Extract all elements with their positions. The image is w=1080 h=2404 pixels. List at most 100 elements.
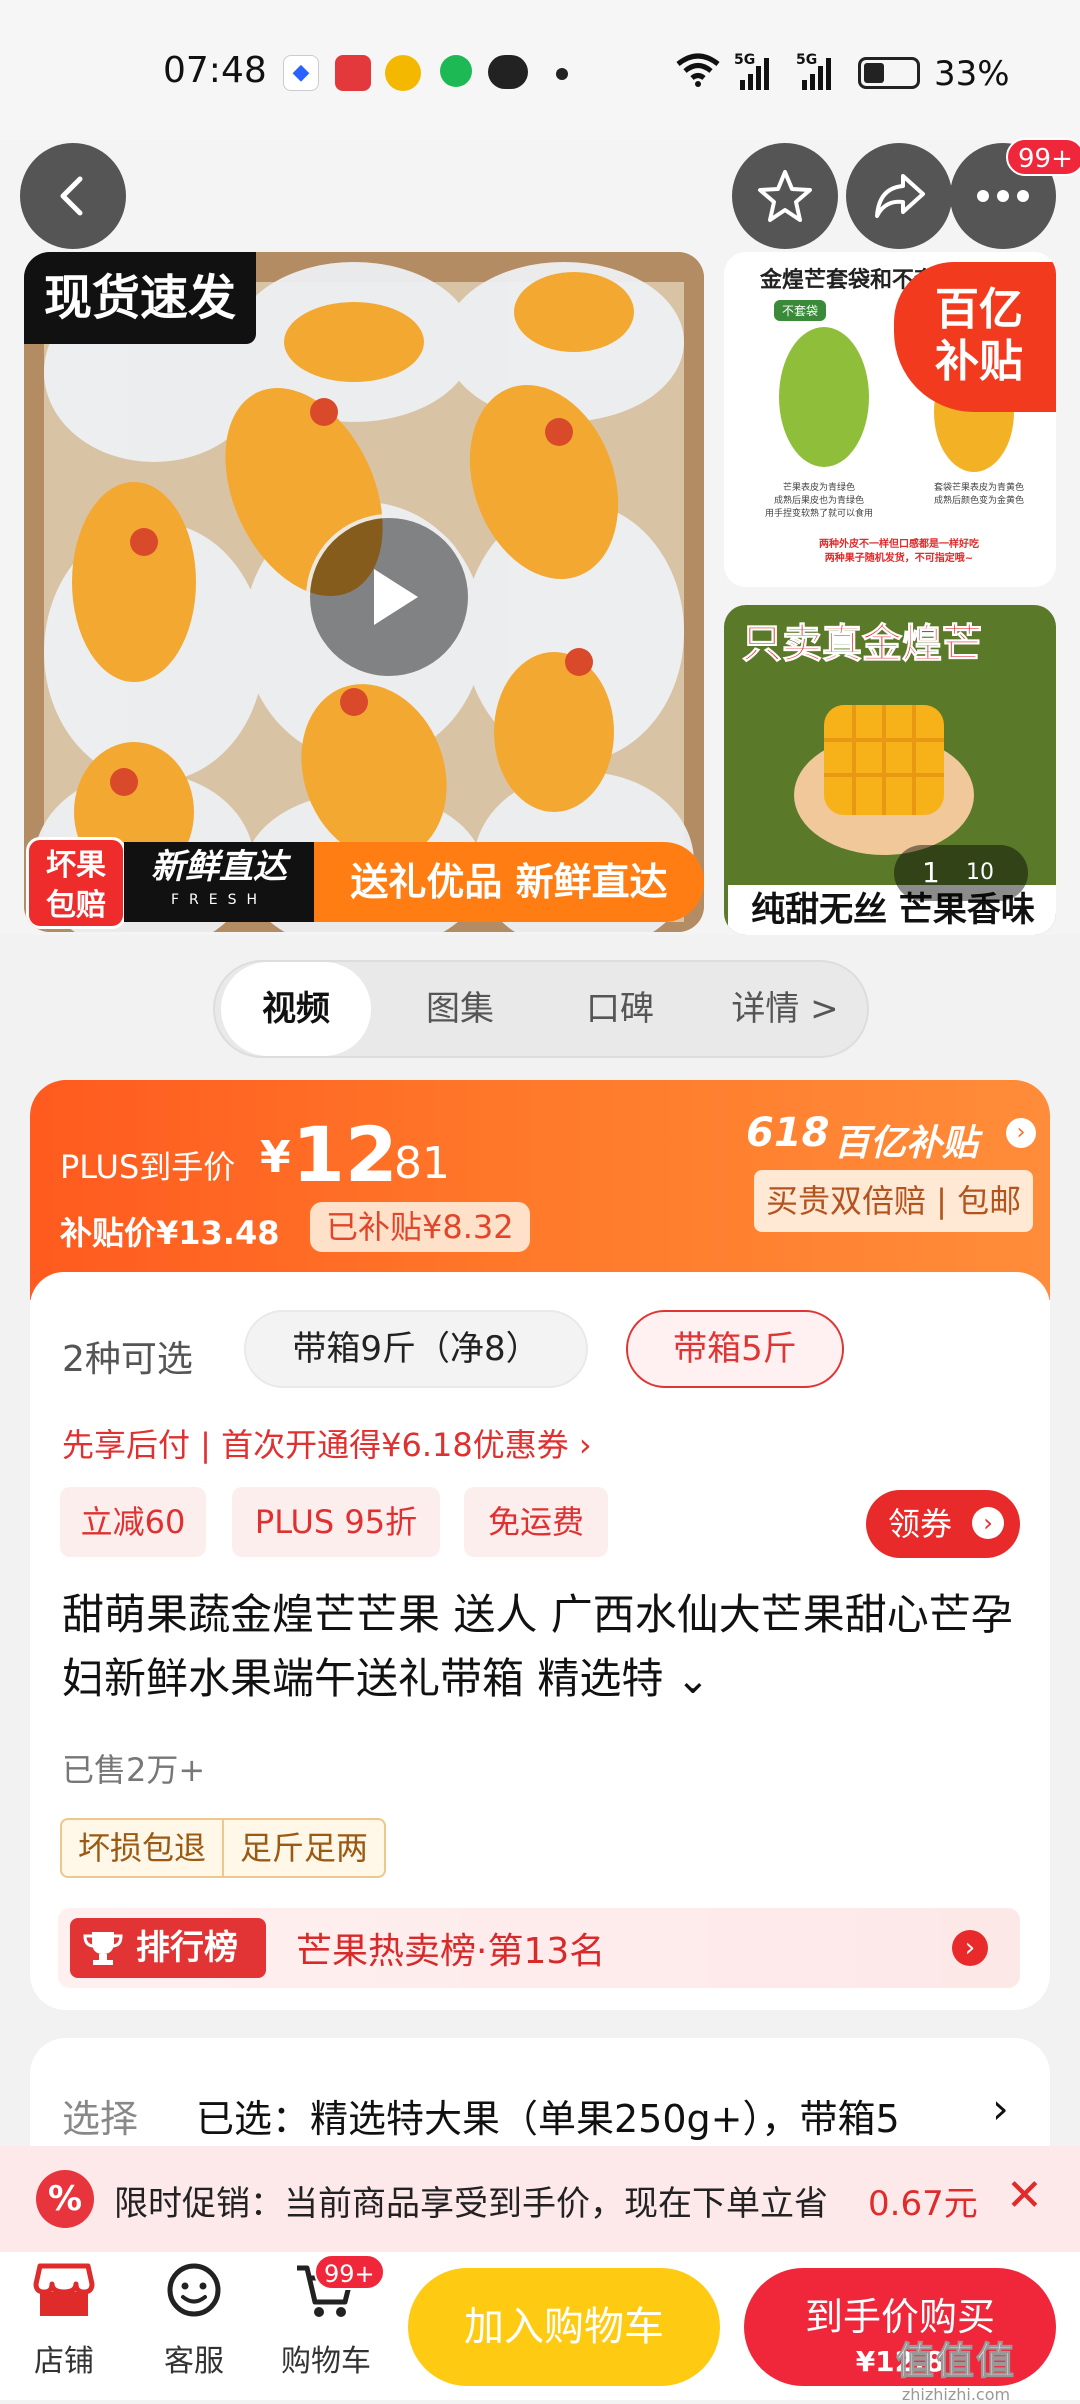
shop-label: 店铺: [34, 2344, 94, 2379]
service-tag-1: 坏损包退: [62, 1820, 225, 1876]
status-bar: 07:48 ◆ 5G 5G 33%: [0, 0, 1080, 140]
options-count: 2种可选: [62, 1339, 193, 1380]
thumb1-caption-2: 套袋芒果表皮为青黄色 成熟后颜色变为金黄色: [933, 483, 1024, 506]
limited-promo-bar: % 限时促销：当前商品享受到手价，现在下单立省 0.67元 ✕: [0, 2146, 1080, 2252]
add-to-cart-button[interactable]: 加入购物车: [408, 2268, 720, 2386]
fresh-strip: 新鲜直达 FRESH: [124, 842, 314, 922]
subsidy-corner-badge: 百亿 补贴: [894, 262, 1056, 412]
tag-free-shipping: 免运费: [464, 1487, 608, 1557]
notification-dot: [556, 68, 568, 80]
watermark-url: zhizhizhi.com: [901, 2385, 1011, 2404]
stock-tag-text: 现货速发: [43, 270, 236, 326]
subsidy-badge-line2: 补贴: [935, 336, 1023, 387]
select-value: 已选：精选特大果（单果250g+），带箱5: [196, 2097, 900, 2141]
price-currency: ¥: [260, 1132, 291, 1183]
more-badge: 99+: [1006, 138, 1080, 176]
option-9jin[interactable]: 带箱9斤（净8）: [244, 1310, 588, 1388]
cart-badge: 99+: [314, 2254, 385, 2290]
media-tab-bar: 视频 图集 口碑 详情 >: [213, 960, 869, 1058]
tab-details[interactable]: 详情 >: [705, 962, 865, 1056]
sold-count: 已售2万+: [62, 1751, 206, 1789]
wechat-app-icon: [488, 55, 528, 89]
back-icon: [60, 176, 83, 216]
subsidy-badge-line1: 百亿: [935, 284, 1023, 335]
stock-tag: 现货速发: [24, 252, 256, 344]
plus-price-label: PLUS到手价: [60, 1148, 236, 1186]
page-total: 10: [966, 860, 994, 885]
share-button[interactable]: [846, 143, 952, 249]
subsidy-price: 补贴价¥13.48: [60, 1214, 280, 1252]
ranking-badge: 排行榜: [70, 1918, 266, 1978]
tab-video[interactable]: 视频: [221, 962, 371, 1056]
coupon-arrow-icon: ›: [972, 1507, 1004, 1539]
shop-icon: [33, 2263, 95, 2316]
pay-later-promo[interactable]: 先享后付 | 首次开通得¥6.18优惠券 ›: [62, 1420, 592, 1466]
event-brand: 百亿补贴: [834, 1123, 979, 1164]
shop-nav[interactable]: 店铺: [14, 2262, 114, 2380]
play-icon: [374, 569, 418, 625]
subsidized-amount: 已补贴¥8.32: [310, 1202, 530, 1252]
promo-banner: 送礼优品 新鲜直达: [314, 842, 704, 922]
thumb1-note: 两种外皮不一样但口感都是一样好吃 两种果子随机发货，不可指定哦~: [819, 539, 979, 564]
tag-plus-95: PLUS 95折: [232, 1487, 440, 1557]
product-title-text: 甜萌果蔬金煌芒芒果 送人 广西水仙大芒果甜心芒孕妇新鲜水果端午送礼带箱 精选特: [62, 1590, 1013, 1703]
more-icon: [977, 190, 1029, 202]
thumbnail-cut-mango[interactable]: 只卖真金煌芒 纯甜无丝 芒果香味 1 10: [724, 605, 1056, 935]
watermark: 值值值 zhizhizhi.com: [895, 2330, 1017, 2404]
cut-mango-image: [794, 705, 974, 855]
share-icon: [875, 174, 925, 218]
price-header: PLUS到手价 ¥ 12 .81 补贴价¥13.48 已补贴¥8.32 618 …: [30, 1080, 1050, 1300]
tag-discount-60: 立减60: [60, 1487, 206, 1557]
thumb2-top-text: 只卖真金煌芒: [742, 621, 983, 668]
favorite-button[interactable]: [732, 143, 838, 249]
play-button[interactable]: [306, 514, 472, 680]
service-label: 客服: [164, 2344, 224, 2379]
ranking-bar[interactable]: 排行榜 芒果热卖榜·第13名 ›: [58, 1908, 1020, 1988]
status-time: 07:48: [163, 50, 267, 91]
wifi-icon: [676, 53, 720, 87]
battery-percent: 33%: [934, 54, 1010, 94]
ranking-arrow-icon: ›: [952, 1930, 988, 1966]
tab-gallery[interactable]: 图集: [385, 962, 535, 1056]
select-arrow-icon: ›: [992, 2084, 1009, 2133]
service-nav[interactable]: 客服: [144, 2262, 244, 2380]
expand-title-icon[interactable]: ⌄: [663, 1657, 710, 1703]
percent-icon: %: [36, 2170, 94, 2228]
product-title: 甜萌果蔬金煌芒芒果 送人 广西水仙大芒果甜心芒孕妇新鲜水果端午送礼带箱 精选特 …: [62, 1583, 1022, 1712]
option-5jin[interactable]: 带箱5斤: [626, 1310, 844, 1388]
service-tags: 坏损包退 足斤足两: [60, 1818, 387, 1878]
baidu-app-icon: ◆: [283, 55, 319, 91]
fresh-en: FRESH: [170, 892, 268, 908]
badge-line-2: 包赔: [46, 888, 106, 923]
page-current: 1: [922, 856, 940, 889]
guarantee-tag: 买贵双倍赔 | 包邮: [754, 1170, 1034, 1232]
back-button[interactable]: [20, 143, 126, 249]
select-label: 选择: [62, 2097, 139, 2141]
cart-label: 购物车: [281, 2344, 371, 2379]
event-arrow-icon[interactable]: ›: [1006, 1118, 1036, 1148]
thumb1-caption-1: 芒果表皮为青绿色 成熟后果皮也为青绿色 用手捏变软熟了就可以食用: [764, 483, 873, 519]
main-product-video[interactable]: 现货速发 坏果 包赔 新鲜直达 FRESH 送礼优品 新鲜直达: [24, 252, 704, 932]
promo-banner-text: 送礼优品 新鲜直达: [350, 860, 668, 904]
close-promo-icon[interactable]: ✕: [1006, 2170, 1043, 2221]
bad-fruit-badge: 坏果 包赔: [26, 837, 126, 929]
page-indicator: 1 10: [894, 845, 1028, 901]
fresh-text: 新鲜直达: [151, 847, 287, 887]
promo-amount: 0.67元: [868, 2184, 978, 2224]
promo-text: 限时促销：当前商品享受到手价，现在下单立省: [114, 2184, 828, 2224]
ranking-text: 芒果热卖榜·第13名: [296, 1931, 606, 1972]
star-icon: [758, 170, 812, 222]
spotify-app-icon: [440, 55, 472, 87]
event-618: 618: [746, 1110, 830, 1156]
tab-reviews[interactable]: 口碑: [545, 962, 695, 1056]
trophy-icon: [83, 1932, 123, 1965]
app-icon-red: [335, 55, 371, 91]
service-tag-2: 足斤足两: [240, 1829, 369, 1867]
customer-service-icon: [167, 2263, 221, 2317]
battery-icon: [858, 57, 920, 89]
coupon-button[interactable]: 领券 ›: [866, 1490, 1020, 1558]
watermark-site: 值值值: [895, 2339, 1017, 2384]
badge-line-1: 坏果: [46, 848, 106, 883]
coupon-label: 领券: [888, 1505, 953, 1543]
thumbnail-bagging-info[interactable]: 金煌芒套袋和不套 不套袋 芒果表皮为青绿色 成熟后果皮也为青绿色 用手捏变软熟了…: [724, 252, 1056, 587]
